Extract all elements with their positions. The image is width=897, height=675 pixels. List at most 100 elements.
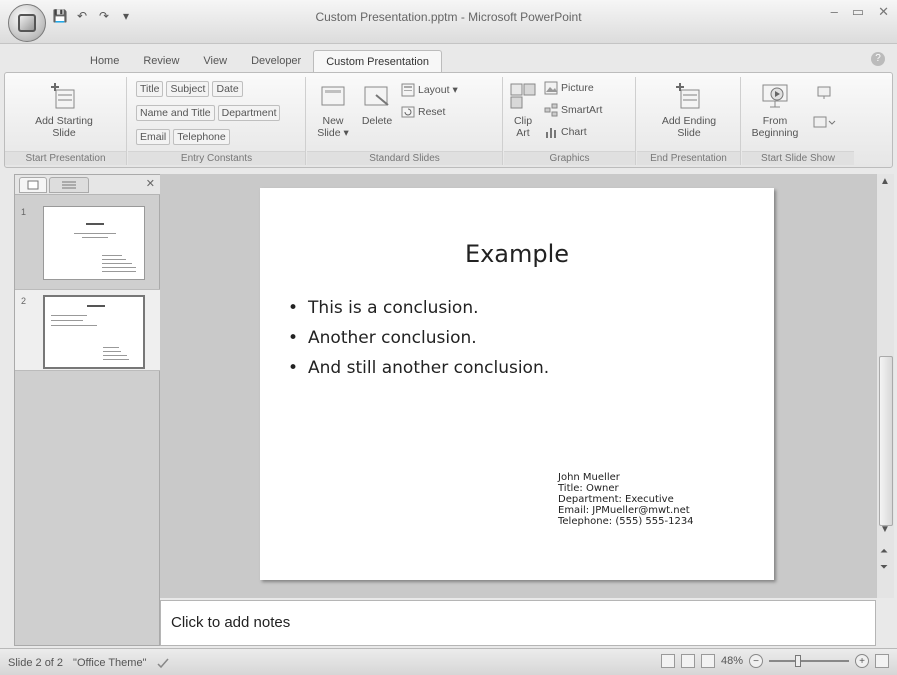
status-right: 48% − +	[660, 654, 889, 668]
minimize-button[interactable]: –	[831, 4, 838, 20]
name-and-title-button[interactable]: Name and Title	[136, 105, 215, 121]
theme-name: "Office Theme"	[73, 657, 147, 669]
clip-art-icon	[510, 83, 536, 109]
presenter-icon[interactable]	[816, 85, 832, 101]
layout-icon	[401, 83, 415, 97]
bullet-list[interactable]: This is a conclusion. Another conclusion…	[288, 298, 549, 388]
slide-editor: Example This is a conclusion. Another co…	[160, 174, 876, 598]
slide-count: Slide 2 of 2	[8, 657, 64, 669]
spell-check-icon[interactable]	[156, 656, 170, 670]
contact-department: Department: Executive	[558, 494, 674, 505]
bullet-item: Another conclusion.	[288, 328, 549, 348]
entry-row-1: Title Subject Date	[136, 81, 243, 97]
bullet-item: And still another conclusion.	[288, 358, 549, 378]
tab-custom-presentation[interactable]: Custom Presentation	[313, 50, 442, 72]
department-button[interactable]: Department	[217, 105, 281, 121]
outline-tab[interactable]	[49, 177, 89, 193]
chart-label: Chart	[561, 126, 587, 138]
smartart-button[interactable]: SmartArt	[544, 103, 602, 117]
slides-tab[interactable]	[19, 177, 47, 193]
from-beginning-label-1: From	[762, 115, 788, 127]
group-start-presentation: Add Starting Slide Start Presentation	[5, 77, 127, 165]
picture-button[interactable]: Picture	[544, 81, 594, 95]
thumbnail-image	[43, 295, 145, 369]
contact-email: Email: JPMueller@mwt.net	[558, 505, 690, 516]
group-label: Graphics	[504, 151, 635, 165]
slides-tab-icon	[27, 180, 39, 190]
close-button[interactable]: ✕	[878, 4, 889, 20]
tab-developer[interactable]: Developer	[239, 50, 313, 72]
scrollbar-thumb[interactable]	[879, 356, 893, 526]
notes-placeholder: Click to add notes	[171, 614, 291, 631]
slide-thumbnail-2[interactable]: 2	[15, 289, 161, 371]
next-slide-icon[interactable]: ⏷	[880, 562, 888, 573]
vertical-scrollbar[interactable]: ▲ ▼ ⏶ ⏷	[876, 174, 894, 598]
entry-row-3: Email Telephone	[136, 129, 230, 145]
outline-tab-icon	[62, 181, 76, 189]
slide-title[interactable]: Example	[260, 240, 774, 268]
thumbnail-number: 1	[21, 207, 27, 217]
add-ending-slide-button[interactable]: Add Ending Slide	[645, 81, 733, 139]
delete-slide-icon	[364, 86, 389, 106]
window-controls: – ▭ ✕	[831, 4, 889, 20]
contact-telephone: Telephone: (555) 555-1234	[558, 516, 694, 527]
title-bar: 💾 ↶ ↷ ▾ Custom Presentation.pptm - Micro…	[0, 0, 897, 44]
chart-button[interactable]: Chart	[544, 125, 587, 139]
new-slide-icon	[321, 86, 345, 106]
slide-thumbnail-1[interactable]: 1	[15, 201, 161, 283]
layout-button[interactable]: Layout ▾	[401, 83, 458, 97]
clip-art-label-2: Art	[516, 127, 530, 139]
chart-icon	[546, 128, 556, 138]
slide-canvas[interactable]: Example This is a conclusion. Another co…	[260, 188, 774, 580]
add-starting-slide-label-2: Slide	[52, 127, 76, 139]
date-button[interactable]: Date	[212, 81, 243, 97]
help-icon[interactable]: ?	[871, 52, 885, 66]
reset-button[interactable]: Reset	[401, 105, 445, 119]
group-label: Entry Constants	[128, 151, 305, 165]
zoom-level[interactable]: 48%	[721, 655, 743, 667]
email-button[interactable]: Email	[136, 129, 171, 145]
fit-to-window-icon[interactable]	[875, 654, 889, 668]
clip-art-button[interactable]: Clip Art	[508, 81, 538, 139]
contact-block[interactable]: John Mueller Title: Owner Department: Ex…	[558, 472, 694, 527]
contact-title: Title: Owner	[558, 483, 619, 494]
group-label: Standard Slides	[307, 151, 502, 165]
scroll-up-icon[interactable]: ▲	[880, 176, 890, 187]
add-starting-slide-button[interactable]: Add Starting Slide	[19, 81, 109, 139]
reset-label: Reset	[418, 106, 446, 118]
previous-slide-icon[interactable]: ⏶	[880, 546, 888, 557]
scroll-down-icon[interactable]: ▼	[880, 524, 890, 535]
normal-view-icon[interactable]	[660, 654, 675, 668]
subject-button[interactable]: Subject	[166, 81, 210, 97]
group-start-slide-show: From Beginning Start Slide Show	[742, 77, 854, 165]
group-label: Start Presentation	[5, 151, 126, 165]
bullet-item: This is a conclusion.	[288, 298, 549, 318]
from-beginning-button[interactable]: From Beginning	[746, 81, 804, 139]
add-starting-slide-label-1: Add Starting	[35, 115, 93, 127]
tab-home[interactable]: Home	[78, 50, 131, 72]
new-slide-button[interactable]: New Slide ▾	[315, 81, 351, 139]
delete-label: Delete	[361, 115, 393, 127]
custom-show-icon[interactable]	[812, 115, 836, 131]
delete-slide-button[interactable]: Delete	[357, 81, 397, 127]
restore-button[interactable]: ▭	[852, 4, 864, 20]
tab-view[interactable]: View	[191, 50, 239, 72]
tab-review[interactable]: Review	[131, 50, 191, 72]
notes-pane[interactable]: Click to add notes	[160, 600, 876, 646]
slide-sorter-view-icon[interactable]	[680, 654, 695, 668]
zoom-in-button[interactable]: +	[855, 654, 869, 668]
zoom-slider-handle[interactable]	[795, 655, 801, 667]
group-graphics: Clip Art Picture SmartArt Chart Graphics	[504, 77, 636, 165]
telephone-button[interactable]: Telephone	[173, 129, 230, 145]
status-bar: Slide 2 of 2 "Office Theme" 48% − +	[0, 648, 897, 675]
group-entry-constants: Title Subject Date Name and Title Depart…	[128, 77, 306, 165]
close-pane-icon[interactable]: ✕	[146, 177, 155, 190]
title-button[interactable]: Title	[136, 81, 164, 97]
add-slide-icon	[51, 83, 75, 109]
group-label: Start Slide Show	[742, 151, 854, 165]
add-ending-slide-label-2: Slide	[677, 127, 701, 139]
zoom-slider[interactable]	[769, 655, 849, 667]
slide-show-view-icon[interactable]	[700, 654, 715, 668]
zoom-out-button[interactable]: −	[749, 654, 763, 668]
group-standard-slides: New Slide ▾ Delete Layout ▾ Reset Standa…	[307, 77, 503, 165]
